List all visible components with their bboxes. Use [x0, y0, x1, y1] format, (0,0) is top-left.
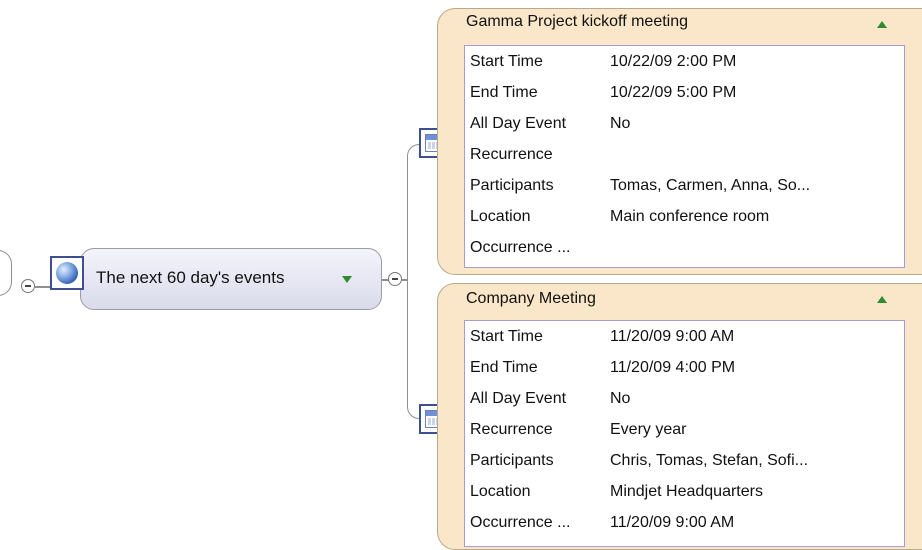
property-value: Every year	[610, 421, 687, 438]
property-key: All Day Event	[470, 390, 567, 407]
property-value: No	[610, 115, 631, 132]
property-row: Participants Tomas, Carmen, Anna, So...	[465, 172, 904, 203]
collapse-card-icon[interactable]	[877, 296, 887, 303]
property-key: Participants	[470, 452, 554, 469]
property-key: Occurrence ...	[470, 239, 571, 256]
property-row: Recurrence Every year	[465, 416, 904, 447]
property-row: Location Mindjet Headquarters	[465, 478, 904, 509]
property-value: Tomas, Carmen, Anna, So...	[610, 177, 811, 194]
property-key: Location	[470, 208, 531, 225]
property-row: Occurrence ... 11/20/09 9:00 AM	[465, 509, 904, 540]
collapse-topic-button[interactable]	[388, 272, 402, 286]
property-row: End Time 11/20/09 4:00 PM	[465, 354, 904, 385]
property-key: Recurrence	[470, 421, 553, 438]
property-value: Mindjet Headquarters	[610, 483, 763, 500]
central-topic-label: The next 60 day's events	[96, 268, 285, 287]
property-value: No	[610, 390, 631, 407]
property-value: 11/20/09 9:00 AM	[610, 514, 735, 531]
property-value: 11/20/09 9:00 AM	[610, 328, 735, 345]
property-row: All Day Event No	[465, 385, 904, 416]
property-key: Location	[470, 483, 531, 500]
property-key: All Day Event	[470, 115, 567, 132]
topic-dropdown-icon[interactable]	[342, 276, 352, 283]
connector-line	[35, 286, 51, 288]
property-row: Recurrence	[465, 141, 904, 172]
event-properties-table: Start Time 10/22/09 2:00 PM End Time 10/22…	[464, 45, 905, 268]
property-value: Main conference room	[610, 208, 770, 225]
collapse-card-icon[interactable]	[877, 21, 887, 28]
property-row: Location Main conference room	[465, 203, 904, 234]
event-title: Gamma Project kickoff meeting	[466, 13, 689, 30]
property-row: All Day Event No	[465, 110, 904, 141]
event-properties-table: Start Time 11/20/09 9:00 AM End Time 11/20…	[464, 320, 905, 547]
branch-connector	[407, 144, 419, 280]
property-key: Participants	[470, 177, 554, 194]
property-key: Start Time	[470, 328, 543, 345]
property-row: Start Time 10/22/09 2:00 PM	[465, 48, 904, 79]
property-key: Occurrence ...	[470, 514, 571, 531]
collapse-parent-button[interactable]	[21, 279, 35, 293]
property-key: Start Time	[470, 53, 543, 70]
property-value: 10/22/09 2:00 PM	[610, 53, 737, 70]
property-key: Recurrence	[470, 146, 553, 163]
property-key: End Time	[470, 359, 538, 376]
property-row: Participants Chris, Tomas, Stefan, Sofi.…	[465, 447, 904, 478]
branch-connector	[407, 279, 419, 419]
property-value: 10/22/09 5:00 PM	[610, 84, 737, 101]
property-value: Chris, Tomas, Stefan, Sofi...	[610, 452, 809, 469]
property-key: End Time	[470, 84, 538, 101]
parent-connector	[0, 250, 12, 296]
property-row: End Time 10/22/09 5:00 PM	[465, 79, 904, 110]
property-row: Start Time 11/20/09 9:00 AM	[465, 323, 904, 354]
property-row: Occurrence ...	[465, 234, 904, 265]
event-title: Company Meeting	[466, 290, 596, 307]
property-value: 11/20/09 4:00 PM	[610, 359, 736, 376]
globe-icon	[50, 256, 84, 290]
